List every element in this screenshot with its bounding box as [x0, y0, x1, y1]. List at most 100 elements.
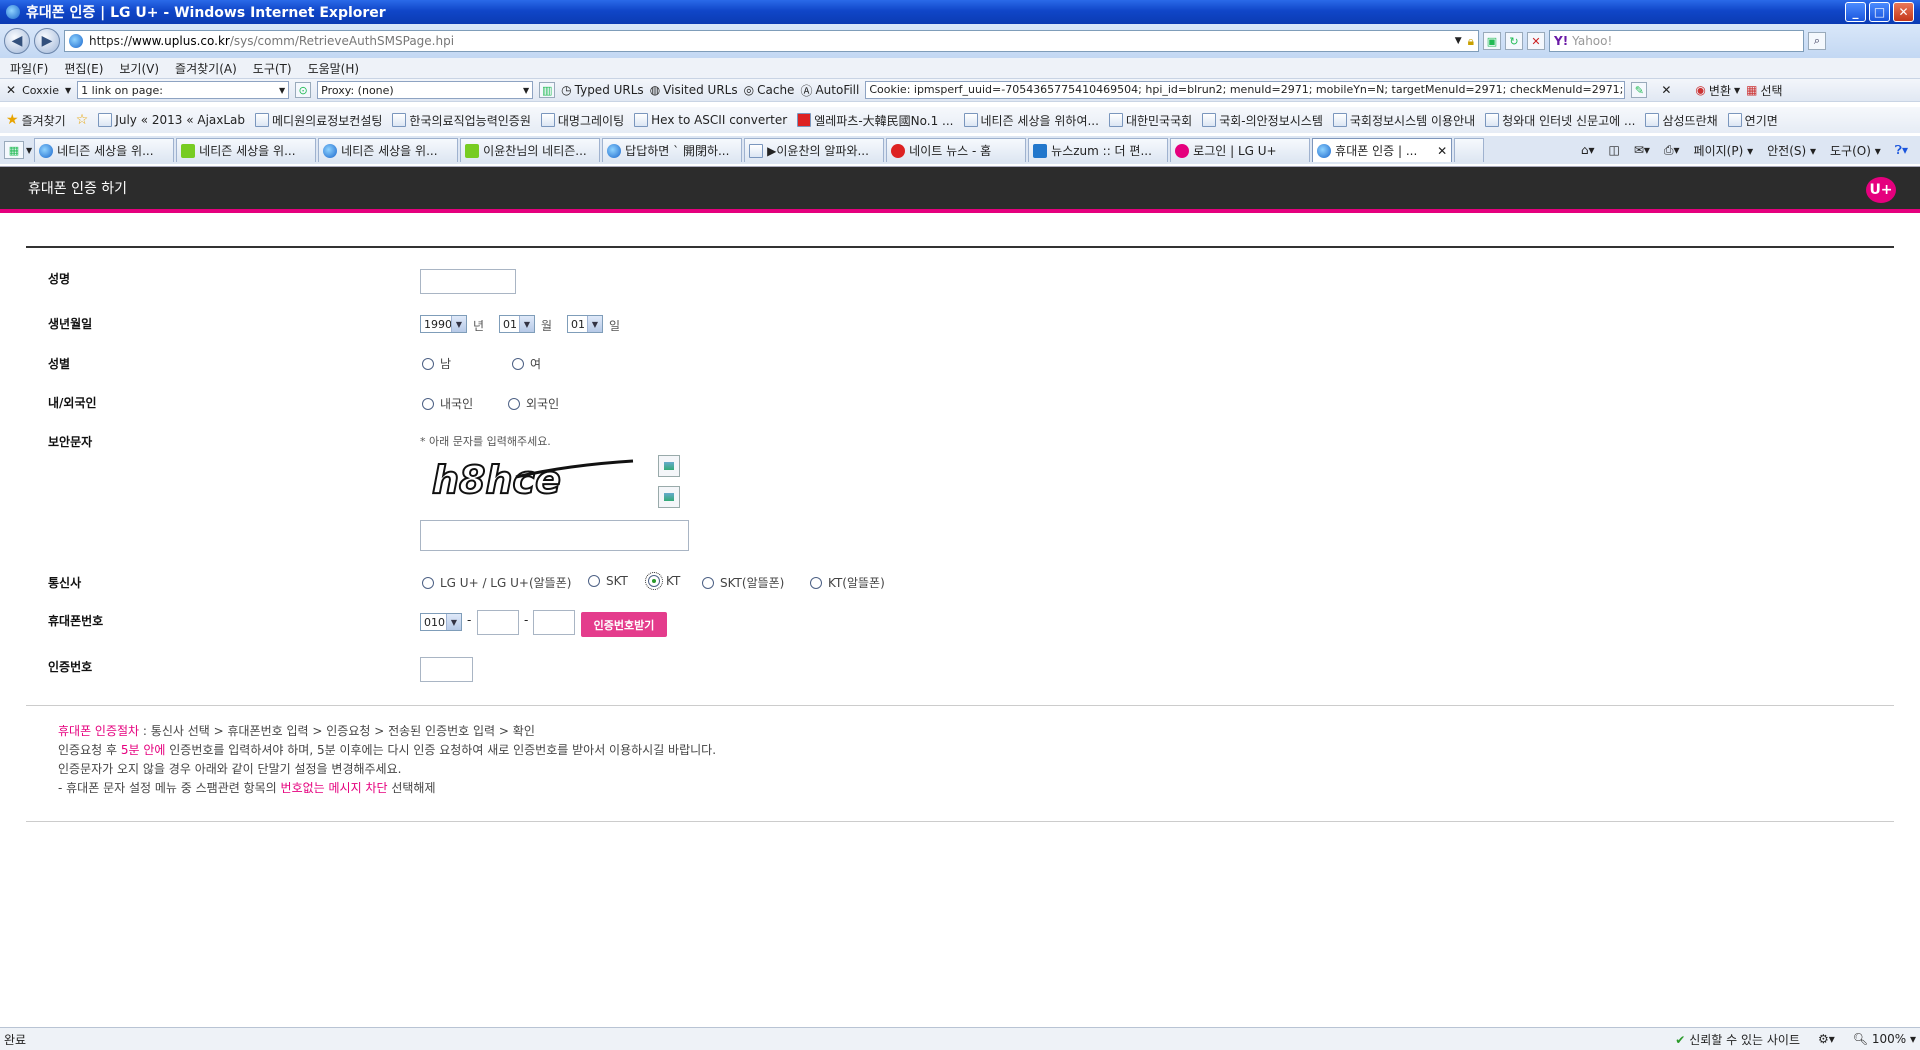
favorite-link[interactable]: 연기면: [1727, 112, 1778, 129]
search-icon[interactable]: ⌕: [1808, 32, 1826, 50]
cookie-clear-icon[interactable]: ✕: [1661, 83, 1671, 97]
favorite-link[interactable]: 한국의료직업능력인증원: [392, 112, 531, 129]
radio-carrier-kt-mvno[interactable]: [810, 576, 822, 589]
auth-code-input[interactable]: [420, 657, 473, 682]
edit-cookie-icon[interactable]: ✎: [1631, 82, 1648, 98]
radio-female[interactable]: [512, 357, 524, 370]
cache-button[interactable]: ◎ Cache: [744, 83, 795, 97]
add-favorite-icon[interactable]: ☆: [76, 113, 89, 127]
panel-icon[interactable]: ▥: [539, 82, 556, 98]
tab-list-icon[interactable]: ▼: [26, 146, 32, 155]
favorite-link[interactable]: 청와대 인터넷 신문고에 ...: [1485, 112, 1635, 129]
address-dropdown-icon[interactable]: ▼: [1455, 36, 1462, 46]
menu-favorites[interactable]: 즐겨찾기(A): [175, 60, 237, 77]
tab-close-icon[interactable]: ✕: [1437, 144, 1447, 158]
carrier-skt-option[interactable]: SKT: [588, 574, 628, 588]
gender-male-option[interactable]: 남: [422, 355, 451, 372]
help-icon[interactable]: ❓︎▾: [1895, 143, 1908, 158]
search-input[interactable]: Y! Yahoo!: [1549, 30, 1804, 52]
phone-prefix-select[interactable]: 010 ▼: [420, 613, 462, 631]
radio-carrier-skt-mvno[interactable]: [702, 576, 714, 589]
birth-day-select[interactable]: 01 ▼: [567, 315, 603, 333]
captcha-refresh-icon[interactable]: [658, 455, 680, 477]
go-icon[interactable]: ⊙: [295, 82, 312, 98]
address-bar[interactable]: https://www.uplus.co.kr/sys/comm/Retriev…: [64, 30, 1479, 52]
carrier-skt-mvno-option[interactable]: SKT(알뜰폰): [702, 574, 784, 591]
page-menu[interactable]: 페이지(P) ▾: [1694, 142, 1754, 159]
mail-icon[interactable]: ✉▾: [1634, 143, 1650, 157]
safety-menu[interactable]: 안전(S) ▾: [1767, 142, 1816, 159]
refresh-icon[interactable]: ↻: [1505, 32, 1523, 50]
phone-last-input[interactable]: [533, 610, 575, 635]
favorite-link[interactable]: July « 2013 « AjaxLab: [98, 113, 245, 127]
new-tab-button[interactable]: [1454, 138, 1485, 162]
cookie-label[interactable]: Coxxie: [22, 84, 59, 97]
menu-tools[interactable]: 도구(T): [253, 60, 292, 77]
minimize-button[interactable]: _: [1845, 2, 1866, 22]
browser-tab[interactable]: 네티즌 세상을 위...: [34, 138, 175, 162]
favorite-link[interactable]: 대명그레이팅: [540, 112, 624, 129]
foreigner-option[interactable]: 외국인: [508, 395, 559, 412]
convert-button[interactable]: ◉ 변환 ▼: [1695, 82, 1740, 99]
favorite-link[interactable]: 네티즌 세상을 위하여...: [963, 112, 1099, 129]
radio-carrier-lgu[interactable]: [422, 576, 434, 589]
menu-view[interactable]: 보기(V): [119, 60, 159, 77]
radio-foreigner[interactable]: [508, 397, 520, 410]
proxy-select[interactable]: Proxy: (none) ▼: [317, 81, 534, 99]
favorite-link[interactable]: 대한민국국회: [1108, 112, 1192, 129]
favorite-link[interactable]: 메디원의료정보컨설팅: [255, 112, 382, 129]
captcha-audio-icon[interactable]: [658, 486, 680, 508]
maximize-button[interactable]: □: [1869, 2, 1890, 22]
gender-female-option[interactable]: 여: [512, 355, 541, 372]
cookie-field[interactable]: Cookie: ipmsperf_uuid=-70543657754104695…: [865, 81, 1626, 99]
forward-button[interactable]: ▶: [34, 28, 60, 54]
browser-tab[interactable]: 뉴스zum :: 더 편...: [1028, 138, 1169, 162]
browser-tab[interactable]: 로그인 | LG U+: [1170, 138, 1311, 162]
birth-year-select[interactable]: 1990 ▼: [420, 315, 467, 333]
tools-menu[interactable]: 도구(O) ▾: [1830, 142, 1881, 159]
request-code-button[interactable]: 인증번호받기: [581, 612, 667, 637]
link-select[interactable]: 1 link on page: ▼: [77, 81, 290, 99]
protected-mode-icon[interactable]: ⚙▾: [1818, 1032, 1835, 1046]
browser-tab[interactable]: 답답하면 ` 開閉하...: [602, 138, 743, 162]
name-input[interactable]: [420, 269, 516, 294]
domestic-option[interactable]: 내국인: [422, 395, 473, 412]
favorites-button[interactable]: ★ 즐겨찾기: [6, 112, 66, 129]
select-button[interactable]: ▦ 선택: [1746, 82, 1782, 99]
autofill-button[interactable]: Ⓐ AutoFill: [800, 82, 859, 99]
stop-icon[interactable]: ✕: [1527, 32, 1545, 50]
carrier-kt-option[interactable]: KT: [645, 572, 680, 590]
browser-tab[interactable]: 네이트 뉴스 - 홈: [886, 138, 1027, 162]
carrier-kt-mvno-option[interactable]: KT(알뜰폰): [810, 574, 885, 591]
menu-file[interactable]: 파일(F): [10, 60, 48, 77]
trusted-zone[interactable]: ✔ 신뢰할 수 있는 사이트: [1675, 1031, 1800, 1048]
favorite-link[interactable]: 국회-의안정보시스템: [1202, 112, 1323, 129]
radio-carrier-kt[interactable]: [645, 572, 663, 590]
birth-month-select[interactable]: 01 ▼: [499, 315, 535, 333]
favorite-link[interactable]: 삼성뜨란채: [1645, 112, 1718, 129]
browser-tab[interactable]: 네티즌 세상을 위...: [318, 138, 459, 162]
compatibility-icon[interactable]: ▣: [1483, 32, 1501, 50]
cookie-dropdown-icon[interactable]: ▼: [65, 86, 71, 95]
radio-male[interactable]: [422, 357, 434, 370]
quick-tabs-icon[interactable]: ▦: [4, 141, 24, 159]
browser-tab[interactable]: 이윤찬님의 네티즌...: [460, 138, 601, 162]
visited-urls-button[interactable]: ◍ Visited URLs: [650, 83, 738, 97]
favorite-link[interactable]: Hex to ASCII converter: [634, 113, 787, 127]
phone-middle-input[interactable]: [477, 610, 519, 635]
feeds-icon[interactable]: ◫: [1608, 143, 1619, 157]
home-icon[interactable]: ⌂▾: [1581, 143, 1595, 157]
lock-icon[interactable]: 🔒︎: [1468, 34, 1474, 49]
close-window-button[interactable]: ✕: [1893, 2, 1914, 22]
typed-urls-button[interactable]: ◷ Typed URLs: [561, 83, 644, 97]
browser-tab[interactable]: 네티즌 세상을 위...: [176, 138, 317, 162]
zoom-control[interactable]: 🔍︎ 100% ▾: [1853, 1032, 1916, 1046]
browser-tab-active[interactable]: 휴대폰 인증 | ... ✕: [1312, 138, 1453, 162]
captcha-input[interactable]: [420, 520, 689, 551]
print-icon[interactable]: ⎙▾: [1664, 143, 1680, 158]
browser-tab[interactable]: ▶이윤찬의 알파와...: [744, 138, 885, 162]
favorite-link[interactable]: 엘레파츠-大韓民國No.1 ...: [797, 112, 954, 129]
menu-help[interactable]: 도움말(H): [308, 60, 360, 77]
favorite-link[interactable]: 국회정보시스템 이용안내: [1332, 112, 1475, 129]
back-button[interactable]: ◀: [4, 28, 30, 54]
